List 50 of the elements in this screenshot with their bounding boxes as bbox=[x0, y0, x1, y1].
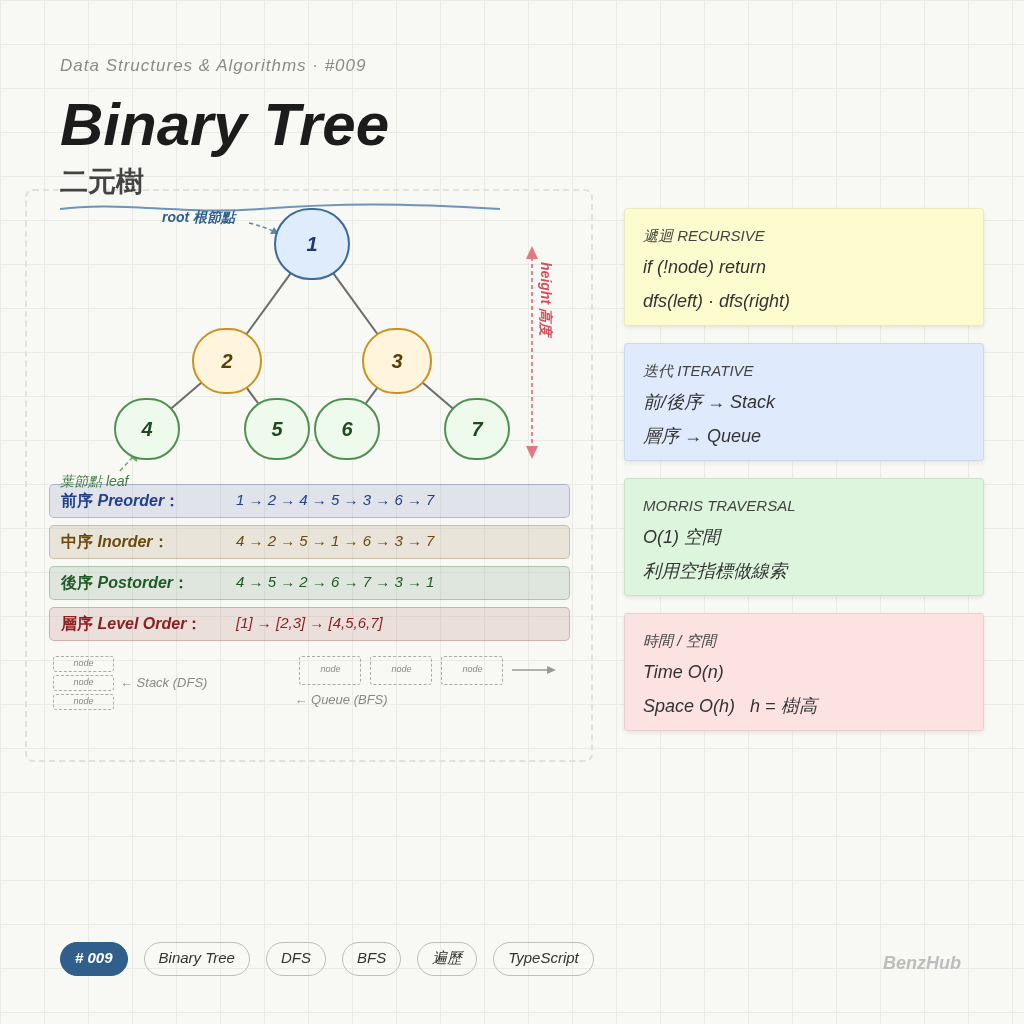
traversal-sequence: 4 → 5 → 2 → 6 → 7 → 3 → 1 bbox=[236, 572, 435, 593]
tree-node: 7 bbox=[444, 397, 510, 460]
tree-node: 3 bbox=[362, 327, 432, 394]
traversal-sequence: [1] → [2,3] → [4,5,6,7] bbox=[236, 613, 383, 634]
card-line: Space O(h) h = 樹高 bbox=[643, 695, 817, 718]
card-line: 利用空指標做線索 bbox=[643, 560, 787, 583]
card-line: 層序 → Queue bbox=[643, 425, 762, 448]
card-line: if (!node) return bbox=[643, 256, 767, 279]
card-line: Time O(n) bbox=[643, 661, 724, 684]
card-title: 迭代 ITERATIVE bbox=[643, 360, 754, 381]
queue-slot: node bbox=[370, 655, 433, 685]
edge-line bbox=[170, 381, 202, 409]
card-title: 遞迴 RECURSIVE bbox=[643, 225, 765, 246]
queue-label: ← Queue (BFS) bbox=[294, 690, 388, 709]
traversal-label: 前序 Preorder： bbox=[61, 490, 182, 511]
stack-slot: node bbox=[53, 655, 114, 672]
edge-line bbox=[332, 272, 379, 335]
stack-slot: node bbox=[53, 674, 114, 691]
traversal-label: 後序 Postorder： bbox=[61, 572, 191, 593]
stack-label: ← Stack (DFS) bbox=[120, 673, 208, 692]
arrow-right-icon bbox=[512, 665, 557, 675]
tree-node: 2 bbox=[192, 327, 262, 394]
series-title: Data Structures & Algorithms · #009 bbox=[60, 55, 367, 77]
traversal-sequence: 1 → 2 → 4 → 5 → 3 → 6 → 7 bbox=[236, 490, 435, 511]
traversal-label: 中序 Inorder： bbox=[61, 531, 170, 552]
page-title: Binary Tree bbox=[60, 90, 390, 159]
card-title: 時間 / 空間 bbox=[643, 630, 716, 651]
tree-node: 4 bbox=[114, 397, 180, 460]
edge-line bbox=[245, 272, 292, 335]
card-line: dfs(left) · dfs(right) bbox=[643, 290, 791, 313]
root-note: root 根節點 bbox=[162, 207, 236, 227]
traversal-sequence: 4 → 2 → 5 → 1 → 6 → 3 → 7 bbox=[236, 531, 435, 552]
queue-slot: node bbox=[441, 655, 504, 685]
traversal-label: 層序 Level Order： bbox=[61, 613, 204, 634]
stack-slot: node bbox=[53, 693, 114, 710]
queue-slot: node bbox=[299, 655, 362, 685]
leaf-note: 葉節點 leaf bbox=[60, 471, 129, 491]
card-line: 前/後序 → Stack bbox=[643, 391, 776, 414]
edge-line bbox=[364, 386, 379, 404]
card-line: O(1) 空間 bbox=[643, 526, 720, 549]
chinese-subtitle: 二元樹 bbox=[60, 165, 144, 197]
tree-node: 6 bbox=[314, 397, 380, 460]
tree-node: 5 bbox=[244, 397, 310, 460]
height-note: height 高度 bbox=[538, 257, 554, 340]
tree-node: 1 bbox=[274, 207, 350, 280]
edge-line bbox=[422, 381, 454, 409]
edge-line bbox=[245, 386, 260, 404]
card-title: MORRIS TRAVERSAL bbox=[643, 495, 796, 516]
tag: # 009 bbox=[60, 941, 128, 976]
brand-name: BenzHub bbox=[883, 952, 961, 975]
